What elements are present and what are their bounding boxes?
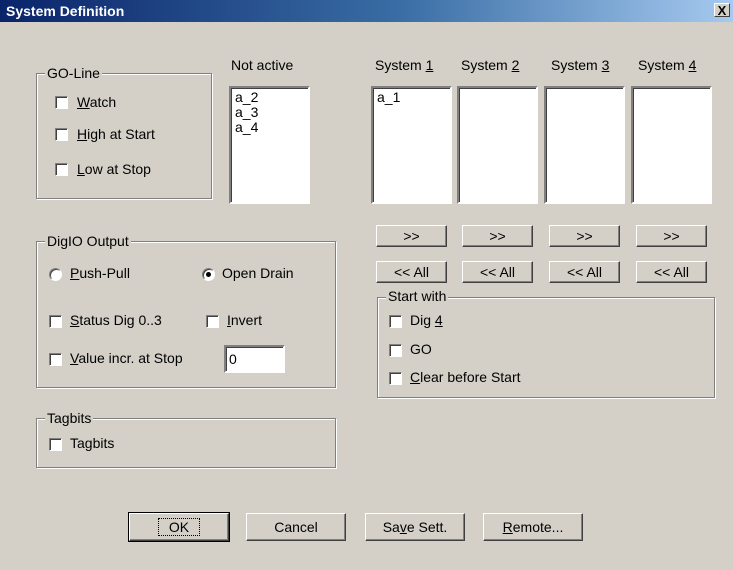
system-2-label: System 2 — [461, 57, 520, 73]
system-2-listbox[interactable] — [457, 86, 538, 204]
not-active-listbox[interactable]: a_2 a_3 a_4 — [229, 86, 310, 204]
go-label: GO — [410, 341, 432, 357]
dig-4-label: Dig 4 — [410, 312, 443, 328]
list-item[interactable]: a_1 — [377, 90, 446, 105]
low-at-stop-checkbox[interactable] — [55, 163, 68, 176]
high-at-start-label: High at Start — [77, 126, 155, 142]
status-dig-checkbox[interactable] — [49, 315, 62, 328]
value-incr-label: Value incr. at Stop — [70, 350, 183, 366]
system-1-move-button[interactable]: >> — [376, 225, 447, 247]
system-4-listbox[interactable] — [631, 86, 712, 204]
not-active-label: Not active — [231, 57, 294, 73]
low-at-stop-label: Low at Stop — [77, 161, 151, 177]
high-at-start-checkbox[interactable] — [55, 128, 68, 141]
system-4-all-button[interactable]: << All — [636, 261, 707, 283]
system-4-move-button[interactable]: >> — [636, 225, 707, 247]
open-drain-radio[interactable] — [202, 268, 215, 281]
system-1-label: System 1 — [375, 57, 434, 73]
ok-label: OK — [157, 518, 201, 536]
watch-checkbox[interactable] — [55, 96, 68, 109]
system-3-all-button[interactable]: << All — [549, 261, 620, 283]
close-button[interactable]: X — [714, 3, 730, 17]
ok-button[interactable]: OK — [128, 512, 230, 542]
clear-before-start-checkbox[interactable] — [389, 372, 402, 385]
system-3-move-button[interactable]: >> — [549, 225, 620, 247]
push-pull-label: Push-Pull — [70, 265, 130, 281]
list-item[interactable]: a_3 — [235, 105, 304, 120]
value-incr-input[interactable]: 0 — [224, 345, 285, 373]
system-2-move-button[interactable]: >> — [462, 225, 533, 247]
status-dig-label: Status Dig 0..3 — [70, 312, 162, 328]
close-icon: X — [717, 3, 727, 18]
system-1-listbox[interactable]: a_1 — [371, 86, 452, 204]
system-3-label: System 3 — [551, 57, 610, 73]
list-item[interactable]: a_2 — [235, 90, 304, 105]
go-line-title: GO-Line — [45, 65, 102, 81]
dig-4-checkbox[interactable] — [389, 315, 402, 328]
tagbits-title: Tagbits — [45, 410, 94, 426]
remote-button[interactable]: Remote... — [483, 513, 583, 541]
system-2-all-button[interactable]: << All — [462, 261, 533, 283]
tagbits-checkbox[interactable] — [49, 438, 62, 451]
invert-checkbox[interactable] — [206, 315, 219, 328]
start-with-title: Start with — [386, 288, 449, 304]
window-title: System Definition — [6, 3, 125, 19]
open-drain-label: Open Drain — [222, 265, 294, 281]
system-3-listbox[interactable] — [544, 86, 625, 204]
system-1-all-button[interactable]: << All — [376, 261, 447, 283]
title-bar: System Definition X — [0, 0, 733, 22]
digio-output-title: DigIO Output — [45, 233, 131, 249]
watch-label: Watch — [77, 94, 117, 110]
system-4-label: System 4 — [638, 57, 697, 73]
clear-before-start-label: Clear before Start — [410, 369, 521, 385]
push-pull-radio[interactable] — [49, 268, 62, 281]
invert-label: Invert — [227, 312, 263, 328]
go-checkbox[interactable] — [389, 344, 402, 357]
list-item[interactable]: a_4 — [235, 120, 304, 135]
value-incr-checkbox[interactable] — [49, 353, 62, 366]
tagbits-label: Tagbits — [70, 435, 115, 451]
save-settings-button[interactable]: Save Sett. — [365, 513, 465, 541]
cancel-button[interactable]: Cancel — [246, 513, 346, 541]
